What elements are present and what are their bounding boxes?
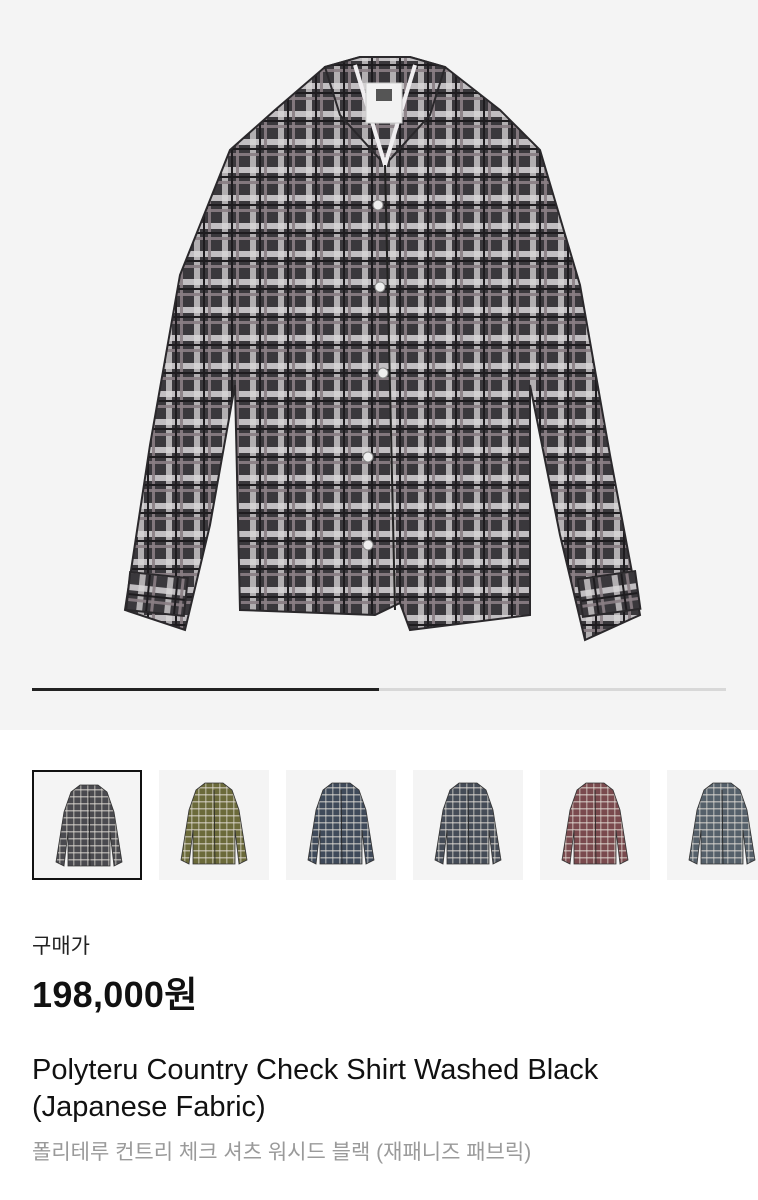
carousel-progress-track [32,688,726,691]
product-title-korean: 폴리테루 컨트리 체크 셔츠 워시드 블랙 (재패니즈 패브릭) [32,1141,532,1164]
thumbnail-strip[interactable] [32,770,758,882]
thumbnail-shirt-image [561,782,629,865]
thumbnail-shirt-image [688,782,756,865]
thumbnail-grey-blue[interactable] [667,770,758,880]
product-main-image [123,56,642,642]
thumbnail-burgundy[interactable] [540,770,650,880]
thumbnail-shirt-image [55,784,123,867]
thumbnail-shirt-image [434,782,502,865]
product-image-carousel[interactable] [0,0,758,730]
product-title-english: Polyteru Country Check Shirt Washed Blac… [32,1054,599,1123]
thumbnail-shirt-image [307,782,375,865]
thumbnail-slate[interactable] [413,770,523,880]
thumbnail-shirt-image [180,782,248,865]
thumbnail-navy[interactable] [286,770,396,880]
price-value: 198,000원 [32,974,198,1015]
thumbnail-washed-black[interactable] [32,770,142,880]
thumbnail-olive[interactable] [159,770,269,880]
price-label: 구매가 [32,935,90,958]
carousel-progress-fill [32,688,379,691]
